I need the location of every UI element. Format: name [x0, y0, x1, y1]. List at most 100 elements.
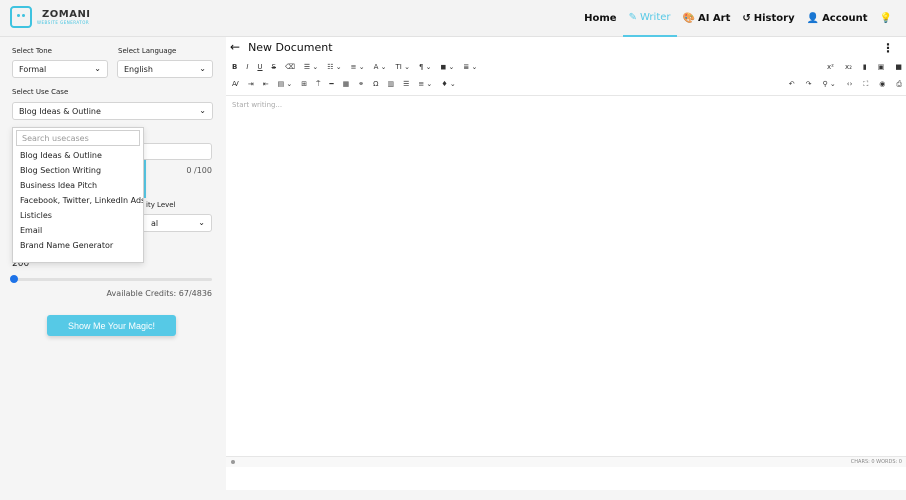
- code-icon[interactable]: ‹›: [847, 80, 853, 88]
- nav-home[interactable]: Home: [578, 0, 622, 37]
- usecase-value: Blog Ideas & Outline: [19, 107, 101, 116]
- language-select[interactable]: English ⌄: [117, 60, 213, 78]
- toolbar-row-1: B I U S ⌫ ☰ ⌄ ☷ ⌄ ≡ ⌄ A ⌄ TI ⌄ ¶ ⌄ ◼ ⌄ ≣…: [232, 61, 486, 73]
- font-icon[interactable]: A ⌄: [374, 63, 387, 71]
- chevron-down-icon: ⌄: [198, 218, 205, 227]
- keywords-input[interactable]: [140, 143, 212, 160]
- grid-icon[interactable]: ▦: [343, 80, 350, 88]
- horizontal-rule-icon[interactable]: ━: [329, 80, 333, 88]
- nav-writer[interactable]: ✎ Writer: [622, 0, 677, 37]
- usecase-option[interactable]: Brand Name Generator: [13, 238, 143, 253]
- lightbulb-icon[interactable]: 💡: [874, 0, 898, 37]
- document-header: ← New Document: [230, 40, 333, 54]
- tone-label: Select Tone: [12, 47, 52, 55]
- usecase-option[interactable]: Business Idea Pitch: [13, 178, 143, 193]
- more-options-icon[interactable]: ⋮: [882, 41, 894, 55]
- paragraph-icon[interactable]: ¶ ⌄: [419, 63, 432, 71]
- editor-statusbar: CHARS: 0 WORDS: 0: [226, 456, 906, 467]
- usecase-option[interactable]: Blog Section Writing: [13, 163, 143, 178]
- tone-value: Formal: [19, 65, 47, 74]
- outdent-icon[interactable]: ⇤: [263, 80, 269, 88]
- indent-icon[interactable]: ⇥: [248, 80, 254, 88]
- editor-body[interactable]: Start writing...: [232, 101, 282, 109]
- table-icon[interactable]: ⊞: [301, 80, 307, 88]
- nav-history-label: History: [753, 13, 795, 24]
- link-icon[interactable]: ⚭: [358, 80, 364, 88]
- superscript-icon[interactable]: x²: [827, 63, 834, 71]
- chevron-down-icon: ⌄: [94, 64, 101, 73]
- usecase-label: Select Use Case: [12, 88, 69, 96]
- usecase-search-input[interactable]: Search usecases: [16, 130, 140, 146]
- usecase-dropdown: Search usecases Blog Ideas & Outline Blo…: [12, 127, 144, 263]
- creativity-label: ity Level: [146, 201, 176, 209]
- usecase-option[interactable]: Email: [13, 223, 143, 238]
- fullscreen-icon[interactable]: ⛶: [863, 80, 868, 89]
- usecase-option[interactable]: Facebook, Twitter, LinkedIn Ads: [13, 193, 143, 208]
- nav-ai-art-label: AI Art: [697, 13, 731, 24]
- numbered-list-icon[interactable]: ☷ ⌄: [327, 63, 341, 71]
- list-icon[interactable]: ☰: [403, 80, 409, 88]
- edit-icon: ✎: [628, 12, 637, 23]
- usecase-option[interactable]: Blog Ideas & Outline: [13, 148, 143, 163]
- print-icon[interactable]: ⎙: [896, 80, 902, 89]
- logo[interactable]: ZOMANI WEBSITE GENERATOR: [10, 6, 91, 28]
- omega-icon[interactable]: Ω: [373, 80, 378, 88]
- align-justify-icon[interactable]: ≡ ⌄: [418, 80, 432, 88]
- bold-icon[interactable]: B: [232, 63, 237, 71]
- nav-history[interactable]: ↺ History: [736, 0, 800, 37]
- special-icon[interactable]: ⍑: [316, 80, 320, 89]
- toolbar-right-1: x² x₂ ▮ ▣ ■: [816, 61, 902, 73]
- document-editor: ← New Document ⋮ B I U S ⌫ ☰ ⌄ ☷ ⌄ ≡ ⌄ A…: [226, 37, 906, 490]
- chat-bot-icon: [10, 6, 32, 28]
- redo-icon[interactable]: ↷: [806, 80, 812, 88]
- image-icon[interactable]: ▣: [878, 63, 885, 71]
- color-icon[interactable]: ◼ ⌄: [441, 63, 455, 71]
- toolbar-right-2: ↶ ↷ ⚲ ⌄ ‹› ⛶ ◉ ⎙: [778, 78, 902, 90]
- credits-text: Available Credits: 67/4836: [106, 289, 212, 298]
- length-slider-thumb[interactable]: [10, 275, 18, 283]
- search-icon[interactable]: ⚲ ⌄: [823, 80, 836, 88]
- top-bar: ZOMANI WEBSITE GENERATOR Home ✎ Writer 🎨 A…: [0, 0, 906, 37]
- strikethrough-icon[interactable]: S: [272, 63, 276, 71]
- italic-icon[interactable]: I: [246, 63, 248, 71]
- subscript-icon[interactable]: x₂: [845, 63, 852, 71]
- video-icon[interactable]: ■: [895, 63, 902, 71]
- toolbar-row-2: Ꜹ ⇥ ⇤ ▤ ⌄ ⊞ ⍑ ━ ▦ ⚭ Ω ▥ ☰ ≡ ⌄ ♦ ⌄: [232, 78, 465, 90]
- highlight-icon[interactable]: ♦ ⌄: [441, 80, 455, 88]
- preview-icon[interactable]: ◉: [879, 80, 885, 88]
- text-size-icon[interactable]: TI ⌄: [396, 63, 410, 71]
- back-arrow-icon[interactable]: ←: [230, 40, 240, 54]
- language-value: English: [124, 65, 153, 74]
- generator-form: Select Tone Select Language Formal ⌄ Eng…: [0, 37, 222, 500]
- language-label: Select Language: [118, 47, 177, 55]
- underline-icon[interactable]: U: [257, 63, 262, 71]
- block-icon[interactable]: ▥: [387, 80, 394, 88]
- nav-ai-art[interactable]: 🎨 AI Art: [677, 0, 737, 37]
- paste-icon[interactable]: ▤ ⌄: [278, 80, 293, 88]
- nav-account[interactable]: 👤 Account: [801, 0, 874, 37]
- length-slider-track[interactable]: [12, 278, 212, 281]
- bullet-list-icon[interactable]: ☰ ⌄: [304, 63, 318, 71]
- user-icon: 👤: [806, 13, 820, 24]
- eraser-icon[interactable]: ⌫: [285, 63, 295, 71]
- word-count: CHARS: 0 WORDS: 0: [850, 459, 902, 465]
- tone-select[interactable]: Formal ⌄: [12, 60, 108, 78]
- nav-account-label: Account: [822, 13, 868, 24]
- char-counter: 0 /100: [186, 166, 212, 175]
- chevron-down-icon: ⌄: [199, 64, 206, 73]
- chevron-down-icon: ⌄: [199, 106, 206, 115]
- line-height-icon[interactable]: ≣ ⌄: [463, 63, 477, 71]
- undo-icon[interactable]: ↶: [789, 80, 795, 88]
- usecase-select[interactable]: Blog Ideas & Outline ⌄: [12, 102, 213, 120]
- usecase-option[interactable]: Listicles: [13, 208, 143, 223]
- creativity-select[interactable]: al ⌄: [140, 214, 212, 232]
- nav-home-label: Home: [584, 13, 617, 24]
- document-title[interactable]: New Document: [248, 41, 332, 54]
- generate-button[interactable]: Show Me Your Magic!: [47, 315, 176, 336]
- palette-icon: 🎨: [682, 13, 695, 24]
- app-name: ZOMANI: [42, 8, 91, 20]
- creativity-value: al: [151, 219, 159, 228]
- format-icon[interactable]: Ꜹ: [232, 80, 239, 88]
- file-icon[interactable]: ▮: [863, 63, 867, 71]
- align-icon[interactable]: ≡ ⌄: [351, 63, 365, 71]
